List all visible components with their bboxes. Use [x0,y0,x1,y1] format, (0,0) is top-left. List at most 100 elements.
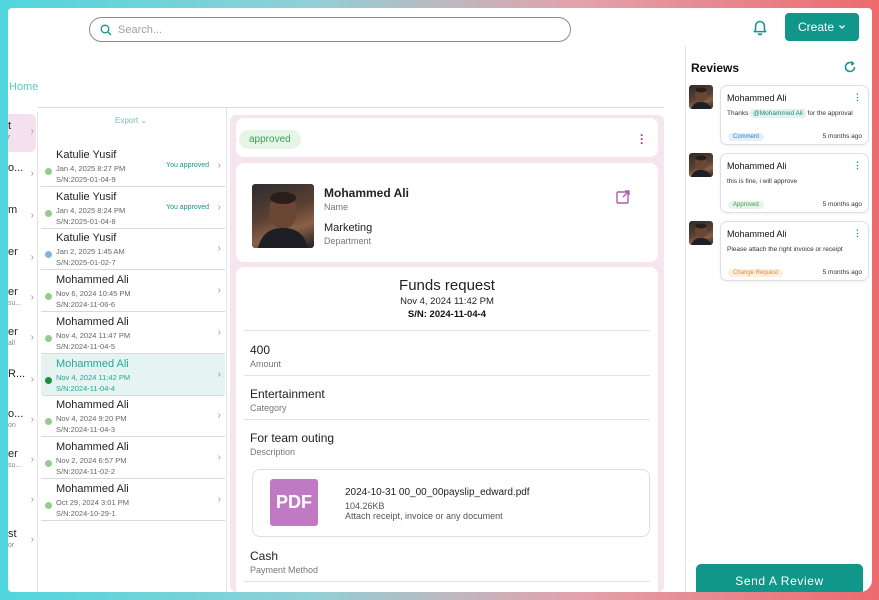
breadcrumb-home[interactable]: Home [9,81,38,93]
chevron-right-icon: › [217,201,221,213]
review-body: this is fine, i will approve [727,178,863,185]
category-item[interactable]: › [8,482,36,520]
category-item[interactable]: er all › [8,320,36,358]
chevron-right-icon: › [30,168,34,179]
list-item[interactable]: Mohammed Ali Oct 29, 2024 3:01 PM S/N:2024… [41,479,225,521]
more-options-icon[interactable]: ⋮ [853,228,862,239]
chevron-right-icon: › [217,451,221,463]
request-list: Export ⌄ Katulie Yusif Jan 4, 2025 8:27 P… [39,108,227,592]
more-options-icon[interactable]: · · · [640,129,644,149]
list-item-date: Nov 4, 2024 11:47 PM [56,330,131,340]
chevron-right-icon: › [217,243,221,255]
avatar [252,184,314,248]
status-dot [45,459,52,467]
create-button[interactable]: Create [785,13,859,41]
approval-tag: You approved [166,203,209,211]
review-card: Mohammed Ali ⋮ this is fine, i will approv… [720,153,869,213]
category-item[interactable]: er su... › [8,280,36,318]
list-item-date: Jan 4, 2025 8:27 PM [56,164,126,173]
list-item[interactable]: Katulie Yusif Jan 2, 2025 1:45 AM S/N:2025… [41,228,225,271]
list-item-name: Mohammed Ali [56,482,129,495]
review-card: Mohammed Ali ⋮ Please attach the right inv… [720,221,869,281]
chevron-right-icon: › [217,285,221,297]
category-item[interactable]: o... on › [8,402,36,440]
status-dot [45,209,52,217]
divider [244,581,650,582]
mention-tag[interactable]: @Mohammed Ali [750,109,806,118]
review-time: 5 months ago [822,133,862,140]
category-item-title: st [8,528,17,540]
category-item[interactable]: t r › [8,114,36,152]
export-label: Export [115,116,139,125]
request-serial: S/N: 2024-11-04-4 [407,309,487,320]
attachment-hint: Attach receipt, invoice or any document [345,511,503,521]
divider [244,375,650,376]
list-item[interactable]: Katulie Yusif Jan 4, 2025 8:27 PM S/N:2025… [41,145,225,187]
chevron-right-icon: › [30,292,34,303]
review-text-end: for the approval [807,110,853,117]
category-item[interactable]: o... › [8,156,36,194]
review-text: Thanks [727,110,749,117]
reviews-title: Reviews [691,61,740,75]
category-item[interactable]: er su... › [8,442,36,480]
more-options-icon[interactable]: ⋮ [853,92,862,103]
approval-tag: You approved [166,162,209,169]
attachment-card[interactable]: PDF 2024-10-31 00_00_00payslip_edward.pd… [252,469,650,537]
status-card: approved · · · [236,118,658,157]
external-link-icon[interactable] [615,189,631,205]
chevron-right-icon: › [217,160,221,171]
notification-bell-icon[interactable] [751,19,769,37]
review-type-badge: Change Request [728,269,784,277]
app-window: Create Home tr›o...›m›er›ersu...›erall›R… [8,8,872,592]
review-type-badge: Comment [728,133,765,141]
person-card: Mohammed Ali Name Marketing Department [236,163,658,262]
export-button[interactable]: Export ⌄ [115,116,147,125]
amount-label: Amount [250,359,282,369]
divider [244,419,650,420]
list-item[interactable]: Katulie Yusif Jan 4, 2025 8:24 PM S/N:2025… [41,187,225,229]
send-review-button[interactable]: Send A Review [696,564,863,592]
list-item[interactable]: Mohammed Ali Nov 4, 2024 11:47 PM S/N:2024… [41,312,225,354]
attachment-size: 104.26KB [345,501,385,511]
review-body: Please attach the right invoice or recei… [727,246,863,253]
search-bar[interactable] [89,17,571,42]
chevron-right-icon: › [30,252,34,263]
description-value: For team outing [250,431,335,445]
status-dot [45,376,52,384]
category-item-title: o... [8,162,24,174]
category-item[interactable]: er › [8,240,36,278]
list-item-name: Katulie Yusif [56,149,117,161]
list-item-serial: S/N:2025-01-04-9 [56,175,116,184]
status-badge: approved [239,130,301,149]
list-item-date: Nov 6, 2024 10:45 PM [56,289,131,299]
list-item-serial: S/N:2024-11-06-6 [56,300,116,310]
list-item-name: Mohammed Ali [56,440,129,453]
category-item[interactable]: R... › [8,362,36,400]
list-item[interactable]: Mohammed Ali Nov 4, 2024 9:20 PM S/N:2024-… [41,395,225,438]
more-options-icon[interactable]: ⋮ [853,160,862,171]
search-input[interactable] [118,23,538,36]
list-item-date: Nov 2, 2024 6:57 PM [56,455,127,465]
avatar [689,221,713,245]
category-item[interactable]: st or › [8,522,36,560]
list-item[interactable]: Mohammed Ali Nov 2, 2024 6:57 PM S/N:2024-… [41,437,225,479]
description-label: Description [250,447,296,457]
status-dot [45,251,52,259]
refresh-icon[interactable] [843,60,857,74]
category-item[interactable]: m › [8,198,36,236]
list-item[interactable]: Mohammed Ali Nov 4, 2024 11:42 PM S/N:2024… [41,353,225,396]
review-body: Thanks @Mohammed Ali for the approval [727,109,863,118]
avatar [689,153,713,177]
list-item-serial: S/N:2024-11-02-2 [56,466,116,476]
payment-method-value: Cash [250,549,279,563]
person-name-label: Name [324,202,349,212]
review-card: Mohammed Ali ⋮ Thanks @Mohammed Ali for th… [720,85,869,145]
search-icon [100,24,112,35]
request-detail: approved · · · Mohammed Ali Name Marketing… [230,115,664,592]
review-time: 5 months ago [822,201,862,208]
chevron-right-icon: › [217,326,221,338]
status-dot [45,418,52,426]
review-time: 5 months ago [822,269,862,276]
category-item-title: R... [8,368,26,380]
list-item[interactable]: Mohammed Ali Nov 6, 2024 10:45 PM S/N:2024… [41,270,225,313]
